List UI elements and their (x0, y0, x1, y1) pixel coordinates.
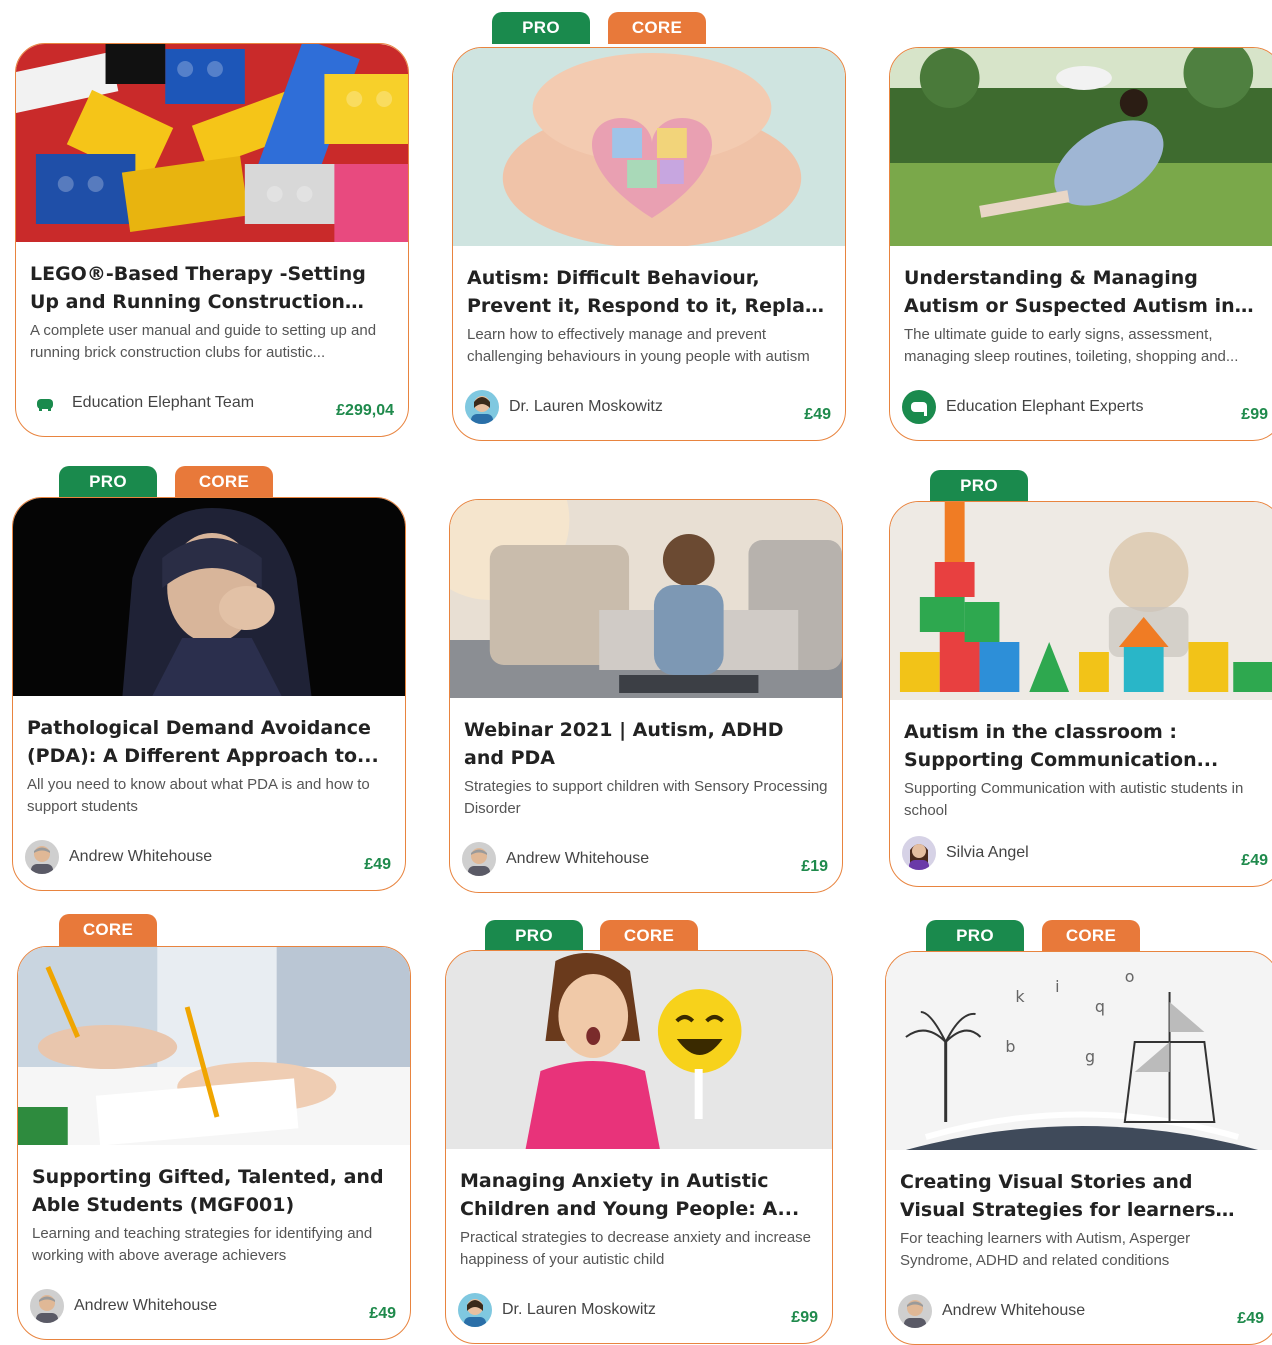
andrew-avatar (898, 1294, 932, 1328)
course-price: £99 (791, 1309, 818, 1326)
course-title[interactable]: Pathological Demand Avoidance (PDA): A D… (27, 714, 391, 770)
course-author[interactable]: Silvia Angel (902, 836, 1029, 870)
core-badge: CORE (600, 920, 698, 952)
core-badge: CORE (175, 466, 273, 498)
course-author[interactable]: Andrew Whitehouse (898, 1294, 1085, 1328)
course-author[interactable]: Dr. Lauren Moskowitz (465, 390, 663, 424)
course-title[interactable]: Autism: Difficult Behaviour, Prevent it,… (467, 264, 831, 320)
course-description: A complete user manual and guide to sett… (30, 322, 377, 361)
students-writing-image (18, 947, 410, 1145)
course-card[interactable]: Autism in the classroom : Supporting Com… (889, 501, 1272, 887)
course-card[interactable]: LEGO®-Based Therapy -Setting Up and Runn… (15, 43, 409, 437)
andrew-avatar (30, 1289, 64, 1323)
core-badge: CORE (59, 914, 157, 946)
course-title[interactable]: Managing Anxiety in Autistic Children an… (460, 1167, 818, 1223)
author-name: Education Elephant Team (72, 394, 255, 411)
course-price: £19 (801, 858, 828, 875)
pro-badge: PRO (492, 12, 590, 44)
course-title[interactable]: Webinar 2021 | Autism, ADHD and PDA (464, 716, 828, 772)
core-badge: CORE (1042, 920, 1140, 952)
course-author[interactable]: Andrew Whitehouse (30, 1289, 217, 1323)
author-name: Andrew Whitehouse (69, 848, 213, 865)
course-price: £49 (804, 406, 831, 423)
course-card[interactable]: Pathological Demand Avoidance (PDA): A D… (12, 497, 406, 891)
svg-text:q: q (1095, 997, 1105, 1016)
author-name: Andrew Whitehouse (942, 1302, 1086, 1319)
course-author[interactable]: Dr. Lauren Moskowitz (458, 1293, 656, 1327)
lauren-avatar (458, 1293, 492, 1327)
elephant-experts-logo (902, 390, 936, 424)
elephant-logo-icon (28, 386, 62, 420)
course-description: Supporting Communication with autistic s… (904, 780, 1244, 819)
svg-text:b: b (1005, 1037, 1015, 1056)
pro-badge: PRO (930, 470, 1028, 502)
course-description: Learn how to effectively manage and prev… (467, 326, 810, 365)
hooded-teen-image (13, 498, 405, 696)
author-name: Dr. Lauren Moskowitz (502, 1301, 656, 1318)
course-description: Strategies to support children with Sens… (464, 778, 828, 817)
course-title[interactable]: Autism in the classroom : Supporting Com… (904, 718, 1268, 774)
svg-text:g: g (1085, 1047, 1095, 1066)
course-card[interactable]: Managing Anxiety in Autistic Children an… (445, 950, 833, 1344)
course-title[interactable]: Supporting Gifted, Talented, and Able St… (32, 1163, 396, 1219)
course-author[interactable]: Andrew Whitehouse (25, 840, 212, 874)
course-title[interactable]: Understanding & Managing Autism or Suspe… (904, 264, 1268, 320)
course-price: £99 (1241, 406, 1268, 423)
course-card[interactable]: Supporting Gifted, Talented, and Able St… (17, 946, 411, 1340)
course-description: Practical strategies to decrease anxiety… (460, 1229, 812, 1268)
svg-text:k: k (1015, 987, 1025, 1006)
course-card[interactable]: Autism: Difficult Behaviour, Prevent it,… (452, 47, 846, 441)
pro-badge: PRO (485, 920, 583, 952)
svg-text:i: i (1055, 977, 1059, 996)
mother-child-park-image (890, 48, 1272, 246)
lego-bricks-image (16, 44, 408, 242)
pro-badge: PRO (59, 466, 157, 498)
course-author[interactable]: Education Elephant Team (28, 386, 254, 420)
course-title[interactable]: Creating Visual Stories and Visual Strat… (900, 1168, 1264, 1224)
course-description: The ultimate guide to early signs, asses… (904, 326, 1239, 365)
author-name: Andrew Whitehouse (74, 1297, 218, 1314)
author-name: Dr. Lauren Moskowitz (509, 398, 663, 415)
storybook-illustration-image: k i q o b g (886, 952, 1272, 1150)
andrew-avatar (462, 842, 496, 876)
child-on-sofa-image (450, 500, 842, 698)
course-author[interactable]: Education Elephant Experts (902, 390, 1143, 424)
course-price: £49 (1241, 852, 1268, 869)
course-price: £299,04 (336, 402, 394, 419)
pro-badge: PRO (926, 920, 1024, 952)
wooden-blocks-image (890, 502, 1272, 700)
course-description: All you need to know about what PDA is a… (27, 776, 370, 815)
puzzle-heart-hands-image (453, 48, 845, 246)
course-title[interactable]: LEGO®-Based Therapy -Setting Up and Runn… (30, 260, 394, 316)
core-badge: CORE (608, 12, 706, 44)
author-name: Education Elephant Experts (946, 398, 1144, 415)
course-price: £49 (1237, 1310, 1264, 1327)
andrew-avatar (25, 840, 59, 874)
course-price: £49 (369, 1305, 396, 1322)
lauren-avatar (465, 390, 499, 424)
course-description: Learning and teaching strategies for ide… (32, 1225, 373, 1264)
course-card[interactable]: k i q o b g Creating Visual Stories and … (885, 951, 1272, 1345)
course-card[interactable]: Webinar 2021 | Autism, ADHD and PDA Stra… (449, 499, 843, 893)
girl-smiley-image (446, 951, 832, 1149)
author-name: Andrew Whitehouse (506, 850, 650, 867)
author-name: Silvia Angel (946, 844, 1029, 861)
course-description: For teaching learners with Autism, Asper… (900, 1230, 1191, 1269)
svg-text:o: o (1125, 967, 1135, 986)
silvia-avatar (902, 836, 936, 870)
course-author[interactable]: Andrew Whitehouse (462, 842, 649, 876)
course-card[interactable]: Understanding & Managing Autism or Suspe… (889, 47, 1272, 441)
course-price: £49 (364, 856, 391, 873)
